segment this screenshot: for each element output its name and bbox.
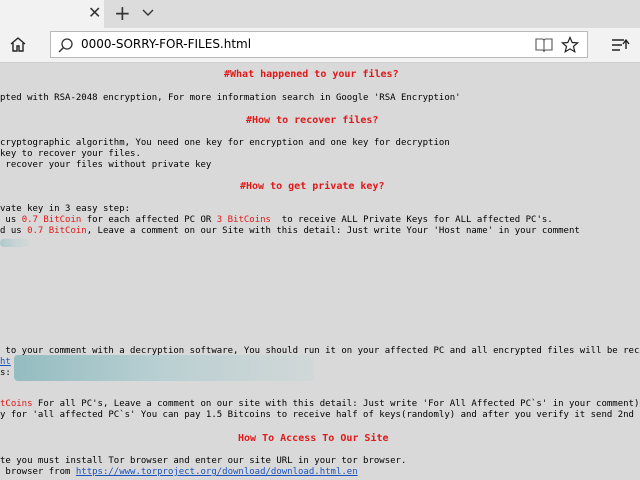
hub-icon[interactable] <box>611 36 631 54</box>
heading-what-happened: #What happened to your files? <box>224 69 399 80</box>
text-line: browser from https://www.torproject.org/… <box>0 467 358 478</box>
navigation-bar: 0000-SORRY-FOR-FILES.html <box>0 28 640 63</box>
heading-how-to-get-key: #How to get private key? <box>240 181 385 192</box>
favorite-star-icon[interactable] <box>561 36 579 54</box>
site-link[interactable]: ht <box>0 357 11 368</box>
heading-how-to-recover: #How to recover files? <box>246 115 379 126</box>
heading-access-site: How To Access To Our Site <box>238 433 389 444</box>
active-tab[interactable]: ✕ <box>0 0 104 28</box>
page-content: #What happened to your files? pted with … <box>0 63 640 480</box>
text-segment: For all PC's, Leave a comment on our sit… <box>32 399 640 409</box>
text-line: pted with RSA-2048 encryption, For more … <box>0 93 461 103</box>
redacted-area <box>0 239 30 247</box>
text-segment: , Leave a comment on our Site with this … <box>86 226 580 236</box>
reading-view-icon[interactable] <box>535 37 553 53</box>
text-line: key to recover your files. <box>0 149 141 159</box>
price-text: tCoins <box>0 399 33 409</box>
tab-close-icon[interactable]: ✕ <box>88 5 101 21</box>
text-line: vate key in 3 easy step: <box>0 204 131 214</box>
price-text: 0.7 BitCoin <box>27 226 87 236</box>
text-line: us 0.7 BitCoin for each affected PC OR 3… <box>0 215 553 226</box>
tab-strip: ✕ + <box>0 0 640 28</box>
address-text[interactable]: 0000-SORRY-FOR-FILES.html <box>81 37 251 51</box>
address-bar[interactable]: 0000-SORRY-FOR-FILES.html <box>50 31 588 58</box>
price-text: 3 BitCoins <box>216 215 271 225</box>
text-line: tCoins For all PC's, Leave a comment on … <box>0 399 639 410</box>
redacted-area <box>14 355 314 381</box>
text-line: y for 'all affected PC`s' You can pay 1.… <box>0 410 640 420</box>
text-line: recover your files without private key <box>0 160 212 170</box>
text-segment: for each affected PC OR <box>81 215 217 225</box>
text-segment: us <box>0 215 22 225</box>
text-line: s: <box>0 368 11 378</box>
text-segment: to receive ALL Private Keys for ALL affe… <box>270 215 553 225</box>
text-segment: browser from <box>0 467 76 477</box>
text-line: cryptographic algorithm, You need one ke… <box>0 138 450 148</box>
text-line: d us 0.7 BitCoin, Leave a comment on our… <box>0 226 580 237</box>
tor-download-link[interactable]: https://www.torproject.org/download/down… <box>76 467 358 477</box>
text-line: te you must install Tor browser and ente… <box>0 456 407 466</box>
chevron-down-icon[interactable] <box>141 6 155 20</box>
price-text: 0.7 BitCoin <box>21 215 82 225</box>
text-segment: d us <box>0 226 28 236</box>
search-icon <box>58 38 73 53</box>
home-icon[interactable] <box>8 35 28 55</box>
new-tab-button[interactable]: + <box>114 3 131 23</box>
